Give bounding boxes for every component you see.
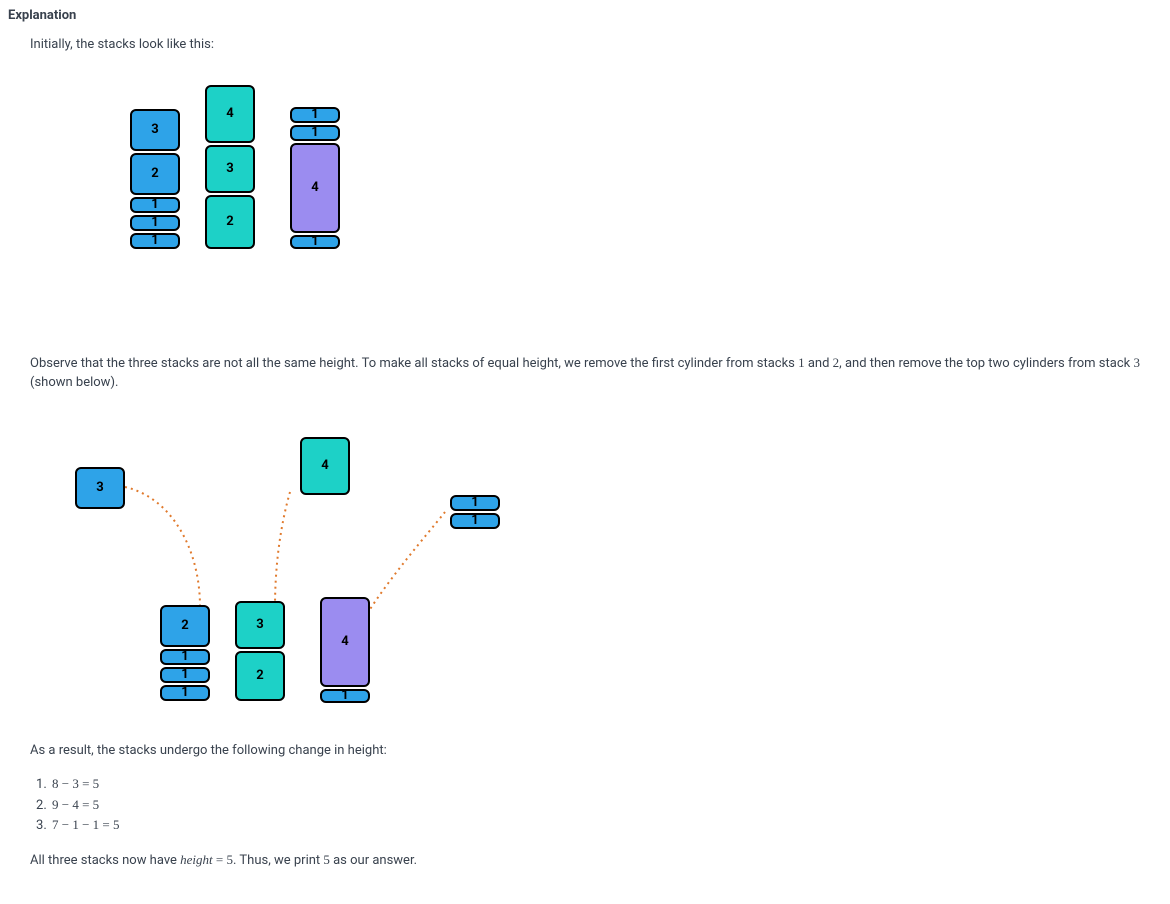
s3-b3: 1 [290, 235, 340, 249]
s3-b0: 1 [290, 107, 340, 123]
a-s3-1: 1 [320, 689, 370, 703]
diagram-initial: 3 2 1 1 1 4 3 2 1 1 4 1 [30, 69, 1170, 329]
a-s1-1: 1 [160, 649, 210, 665]
s1-b1: 2 [130, 153, 180, 195]
diagram-after: 3 4 1 1 2 1 1 1 3 2 4 1 [30, 407, 1170, 717]
intro-text: Initially, the stacks look like this: [30, 35, 1170, 55]
s3-b2: 4 [290, 143, 340, 233]
a-s1-0: 2 [160, 605, 210, 647]
observe-mid1: and [805, 356, 833, 371]
s2-b1: 3 [205, 145, 255, 193]
removed-s2: 4 [300, 437, 350, 495]
a-s1-3: 1 [160, 685, 210, 701]
section-heading: Explanation [8, 8, 1170, 23]
a-s3-0: 4 [320, 597, 370, 687]
observe-mid2: , and then remove the top two cylinders … [839, 356, 1133, 371]
final-suffix: as our answer. [330, 853, 417, 868]
removed-s1: 3 [75, 467, 125, 509]
removed-s3-a: 1 [450, 495, 500, 511]
final-word: height [180, 852, 213, 867]
s1-b3: 1 [130, 215, 180, 231]
s2-b0: 4 [205, 85, 255, 143]
s2-b2: 2 [205, 195, 255, 249]
a-s2-1: 2 [235, 651, 285, 701]
s1-b4: 1 [130, 233, 180, 249]
final-prefix: All three stacks now have [30, 853, 180, 868]
removed-s3-b: 1 [450, 513, 500, 529]
connector-lines [30, 407, 550, 717]
s1-b0: 3 [130, 109, 180, 151]
final-eq: = [213, 852, 227, 867]
a-s1-2: 1 [160, 667, 210, 683]
s1-b2: 1 [130, 197, 180, 213]
calc-3: 7 − 1 − 1 = 5 [52, 817, 120, 832]
calc-1: 8 − 3 = 5 [52, 776, 99, 791]
final-mid: . Thus, we print [233, 853, 323, 868]
result-lead: As a result, the stacks undergo the foll… [30, 741, 1170, 761]
observe-prefix: Observe that the three stacks are not al… [30, 356, 798, 371]
final-text: All three stacks now have height = 5. Th… [30, 850, 1170, 871]
s3-b1: 1 [290, 125, 340, 141]
a-s2-0: 3 [235, 601, 285, 649]
observe-suffix: (shown below). [30, 375, 118, 390]
calc-2: 9 − 4 = 5 [52, 797, 99, 812]
observe-text: Observe that the three stacks are not al… [30, 353, 1170, 393]
calc-list: 8 − 3 = 5 9 − 4 = 5 7 − 1 − 1 = 5 [50, 774, 1170, 836]
observe-n3: 3 [1133, 355, 1140, 370]
